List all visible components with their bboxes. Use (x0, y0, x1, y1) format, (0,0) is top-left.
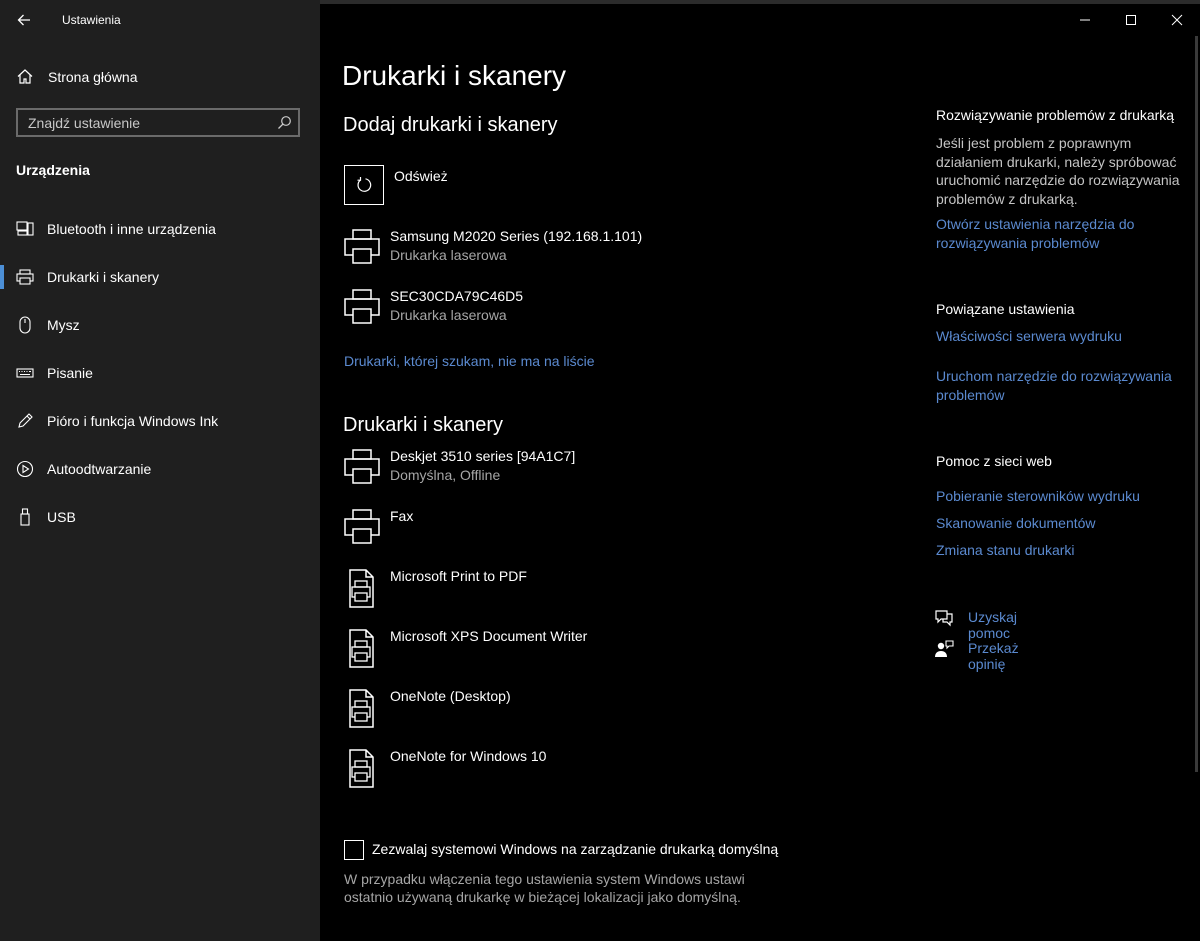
sidebar-item-label: USB (47, 509, 76, 525)
device-name: Microsoft XPS Document Writer (390, 628, 588, 644)
pen-icon (18, 413, 33, 428)
sidebar-item-pen[interactable]: Pióro i funkcja Windows Ink (0, 401, 320, 441)
back-arrow-icon (17, 14, 30, 26)
chat-help-icon (935, 610, 953, 627)
nav-home[interactable]: Strona główna (0, 62, 320, 92)
installed-printer-item[interactable]: OneNote (Desktop) (340, 688, 760, 742)
printer-icon (16, 269, 34, 285)
device-status: Drukarka laserowa (390, 307, 507, 323)
add-section-heading: Dodaj drukarki i skanery (343, 114, 558, 136)
selection-indicator (0, 265, 4, 289)
device-name: Deskjet 3510 series [94A1C7] (390, 448, 576, 464)
sidebar-item-usb[interactable]: USB (0, 497, 320, 537)
mouse-icon (19, 316, 31, 334)
download-drivers-link[interactable]: Pobieranie sterowników wydruku (936, 487, 1184, 506)
sidebar-item-mouse[interactable]: Mysz (0, 305, 320, 345)
device-name: SEC30CDA79C46D5 (390, 288, 524, 304)
page-title: Drukarki i skanery (342, 60, 567, 91)
installed-printer-item[interactable]: OneNote for Windows 10 (340, 748, 760, 802)
sidebar-item-label: Bluetooth i inne urządzenia (47, 221, 216, 237)
document-printer-icon (349, 689, 374, 728)
search-box (16, 108, 300, 137)
document-printer-icon (349, 749, 374, 788)
bluetooth-devices-icon (16, 221, 34, 236)
minimize-button[interactable] (1062, 4, 1108, 36)
nav-home-label: Strona główna (48, 69, 138, 85)
printer-icon (344, 509, 380, 544)
change-printer-status-link[interactable]: Zmiana stanu drukarki (936, 541, 1184, 560)
installed-printer-item[interactable]: Deskjet 3510 series [94A1C7] Domyślna, O… (340, 448, 760, 502)
web-help-heading: Pomoc z sieci web (936, 453, 1052, 469)
manage-default-printer-checkbox[interactable] (344, 840, 364, 860)
device-status: Drukarka laserowa (390, 247, 507, 263)
sidebar-item-label: Pisanie (47, 365, 93, 381)
printer-icon (344, 289, 380, 324)
title-bar: Ustawienia (0, 4, 320, 36)
get-help-link[interactable]: Uzyskaj pomoc (968, 609, 1017, 641)
document-printer-icon (349, 629, 374, 668)
close-button[interactable] (1154, 4, 1200, 36)
found-device-item[interactable]: SEC30CDA79C46D5 Drukarka laserowa (340, 288, 760, 342)
related-settings-heading: Powiązane ustawienia (936, 301, 1075, 317)
installed-section-heading: Drukarki i skanery (343, 414, 504, 436)
feedback-icon (935, 640, 954, 657)
back-button[interactable] (8, 6, 40, 34)
refresh-label[interactable]: Odśwież (394, 168, 448, 184)
run-troubleshooter-link[interactable]: Uruchom narzędzie do rozwiązywania probl… (936, 367, 1184, 404)
sidebar-section-heading: Urządzenia (16, 162, 90, 178)
sidebar-item-label: Mysz (47, 317, 80, 333)
minimize-icon (1080, 19, 1090, 21)
keyboard-icon (16, 368, 34, 378)
sidebar-item-printers[interactable]: Drukarki i skanery (0, 257, 320, 297)
scrollbar[interactable] (1195, 36, 1198, 772)
printer-not-listed-link[interactable]: Drukarki, której szukam, nie ma na liści… (344, 353, 595, 369)
maximize-icon (1126, 15, 1136, 25)
scan-documents-link[interactable]: Skanowanie dokumentów (936, 514, 1184, 533)
document-printer-icon (349, 569, 374, 608)
device-name: OneNote for Windows 10 (390, 748, 547, 764)
sidebar-item-label: Autoodtwarzanie (47, 461, 152, 477)
refresh-icon (357, 177, 372, 192)
device-name: Fax (390, 508, 414, 524)
installed-printer-item[interactable]: Fax (340, 508, 760, 562)
refresh-button[interactable] (344, 165, 384, 205)
installed-printer-item[interactable]: Microsoft XPS Document Writer (340, 628, 760, 682)
sidebar-item-autoplay[interactable]: Autoodtwarzanie (0, 449, 320, 489)
app-title: Ustawienia (62, 13, 121, 27)
device-name: Microsoft Print to PDF (390, 568, 527, 584)
found-device-item[interactable]: Samsung M2020 Series (192.168.1.101) Dru… (340, 228, 760, 282)
feedback-link[interactable]: Przekaż opinię (968, 640, 1019, 672)
print-server-properties-link[interactable]: Właściwości serwera wydruku (936, 327, 1184, 346)
search-input[interactable] (18, 110, 278, 135)
printer-icon (344, 229, 380, 264)
usb-icon (20, 508, 30, 526)
device-name: OneNote (Desktop) (390, 688, 511, 704)
sidebar-item-label: Drukarki i skanery (47, 269, 160, 285)
sidebar-item-typing[interactable]: Pisanie (0, 353, 320, 393)
sidebar-item-label: Pióro i funkcja Windows Ink (47, 413, 219, 429)
installed-printer-item[interactable]: Microsoft Print to PDF (340, 568, 760, 622)
troubleshoot-settings-link[interactable]: Otwórz ustawienia narzędzia do rozwiązyw… (936, 215, 1184, 252)
manage-default-printer-description: W przypadku włączenia tego ustawienia sy… (344, 871, 745, 905)
printer-icon (344, 449, 380, 484)
sidebar-item-bluetooth[interactable]: Bluetooth i inne urządzenia (0, 209, 320, 249)
manage-default-printer-label[interactable]: Zezwalaj systemowi Windows na zarządzani… (372, 841, 778, 857)
troubleshoot-heading: Rozwiązywanie problemów z drukarką (936, 107, 1175, 123)
home-icon (17, 69, 33, 84)
autoplay-icon (16, 460, 34, 478)
device-status: Domyślna, Offline (390, 467, 501, 483)
troubleshoot-text: Jeśli jest problem z poprawnym działanie… (936, 135, 1180, 207)
search-icon[interactable] (277, 115, 292, 130)
maximize-button[interactable] (1108, 4, 1154, 36)
close-icon (1171, 14, 1183, 26)
sidebar: Ustawienia Strona główna Urządzenia Blue… (0, 0, 320, 941)
device-name: Samsung M2020 Series (192.168.1.101) (390, 228, 643, 244)
